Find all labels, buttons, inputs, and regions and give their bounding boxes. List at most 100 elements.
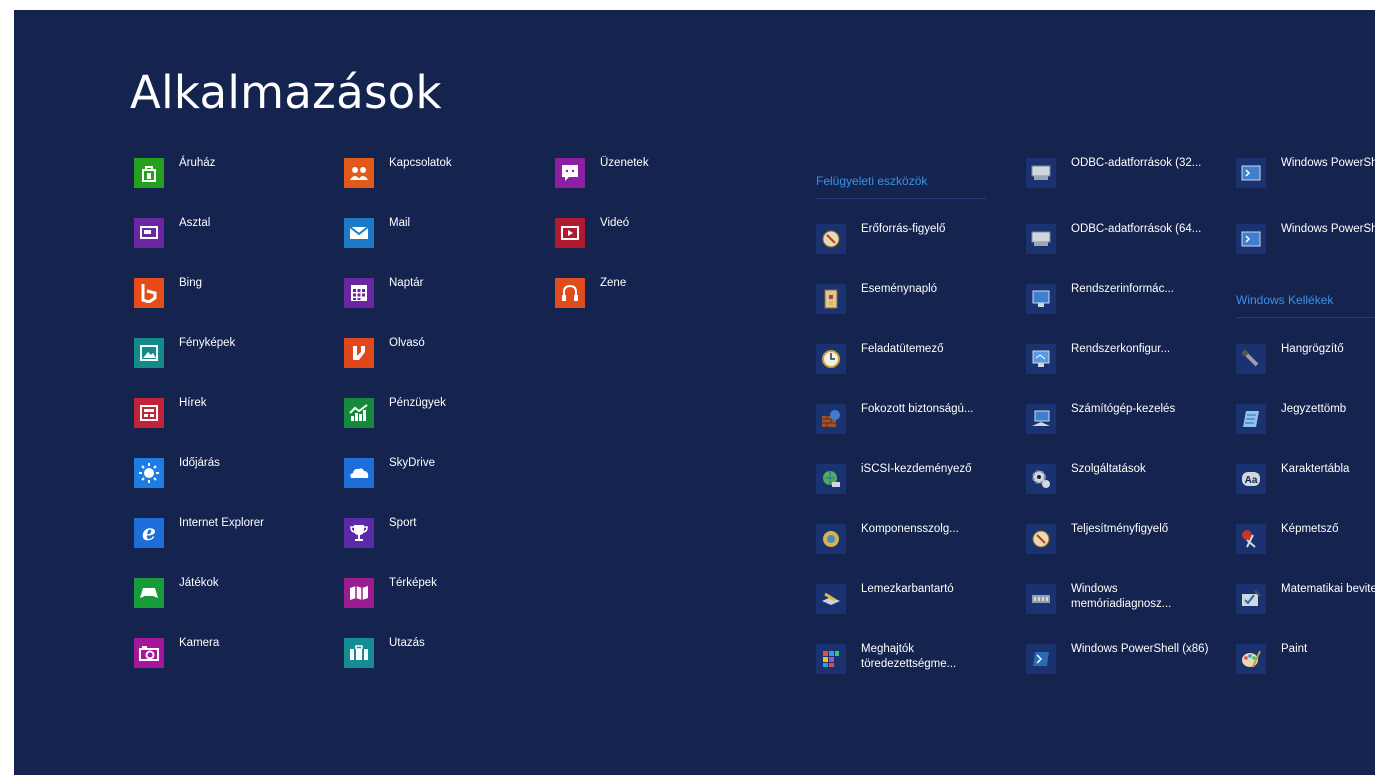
tile-travel[interactable]: Utazás: [344, 635, 604, 675]
paint-icon: [1236, 644, 1266, 674]
tile-label: Térképek: [389, 577, 437, 589]
powershell-icon: [1026, 644, 1056, 674]
trophy-icon: [344, 518, 374, 548]
tile-label: Karaktertábla: [1281, 463, 1350, 475]
tile-powershell-ise-2[interactable]: Windows PowerShell ISE: [1236, 221, 1375, 261]
iscsi-icon: [816, 464, 846, 494]
tile-label: Utazás: [389, 637, 425, 649]
weather-icon: [134, 458, 164, 488]
tile-label: iSCSI-kezdeményező: [861, 463, 972, 475]
tile-music[interactable]: Zene: [555, 275, 815, 315]
tile-label: Számítógép-kezelés: [1071, 403, 1176, 415]
people-icon: [344, 158, 374, 188]
memory-diagnostic-icon: [1026, 584, 1056, 614]
firewall-icon: [816, 404, 846, 434]
tile-label: Bing: [179, 277, 203, 289]
tile-label: Képmetsző: [1281, 523, 1339, 535]
tile-label: Kamera: [179, 637, 220, 649]
msconfig-icon: [1026, 344, 1056, 374]
messaging-icon: [555, 158, 585, 188]
tile-label: Feladatütemező: [861, 343, 944, 355]
games-icon: [134, 578, 164, 608]
tile-maps[interactable]: Térképek: [344, 575, 604, 615]
tile-label: Windows memóriadiagnosz...: [1071, 583, 1172, 610]
camera-icon: [134, 638, 164, 668]
music-icon: [555, 278, 585, 308]
tile-powershell-ise-1[interactable]: Windows PowerShell ISE: [1236, 155, 1375, 195]
tile-math-input-panel[interactable]: Matematikai beviteli panel: [1236, 581, 1375, 621]
tile-label: Lemezkarbantartó: [861, 583, 954, 595]
tile-paint[interactable]: Paint: [1236, 641, 1375, 681]
tile-label: Erőforrás-figyelő: [861, 223, 946, 235]
tile-character-map[interactable]: Aa Karaktertábla: [1236, 461, 1375, 501]
odbc-icon: [1026, 158, 1056, 188]
tile-label: SkyDrive: [389, 457, 436, 469]
tile-label: Jegyzettömb: [1281, 403, 1347, 415]
tile-label: Internet Explorer: [179, 517, 265, 529]
tile-label: Szolgáltatások: [1071, 463, 1146, 475]
tile-snipping-tool[interactable]: Képmetsző: [1236, 521, 1375, 561]
tile-notepad[interactable]: Jegyzettömb: [1236, 401, 1375, 441]
tile-label: Naptár: [389, 277, 424, 289]
tile-label: Hírek: [179, 397, 207, 409]
tile-label: Rendszerkonfigur...: [1071, 343, 1171, 355]
tile-label: Pénzügyek: [389, 397, 446, 409]
component-services-icon: [816, 524, 846, 554]
tile-label: Fokozott biztonságú...: [861, 403, 974, 415]
tile-label: Áruház: [179, 157, 216, 169]
finance-icon: [344, 398, 374, 428]
tile-finance[interactable]: Pénzügyek: [344, 395, 604, 435]
tile-label: Matematikai beviteli panel: [1281, 583, 1375, 595]
desktop-icon: [134, 218, 164, 248]
tile-label: Windows PowerShell (x86): [1071, 643, 1209, 655]
sound-recorder-icon: [1236, 344, 1266, 374]
news-icon: [134, 398, 164, 428]
travel-icon: [344, 638, 374, 668]
reader-icon: [344, 338, 374, 368]
tile-messaging[interactable]: Üzenetek: [555, 155, 815, 195]
tile-reader[interactable]: Olvasó: [344, 335, 604, 375]
skydrive-icon: [344, 458, 374, 488]
calendar-icon: [344, 278, 374, 308]
mail-icon: [344, 218, 374, 248]
performance-monitor-icon: [1026, 524, 1056, 554]
tile-label: Videó: [600, 217, 630, 229]
tile-label: Fényképek: [179, 337, 236, 349]
tile-label: Paint: [1281, 643, 1308, 655]
tile-label: Zene: [600, 277, 627, 289]
tile-label: Üzenetek: [600, 157, 649, 169]
tile-label: Windows PowerShell ISE: [1281, 157, 1375, 169]
tile-label: ODBC-adatforrások (32...: [1071, 157, 1202, 169]
event-viewer-icon: [816, 284, 846, 314]
tile-label: Windows PowerShell ISE: [1281, 223, 1375, 235]
defrag-icon: [816, 644, 846, 674]
tile-label: ODBC-adatforrások (64...: [1071, 223, 1202, 235]
tile-label: Komponensszolg...: [861, 523, 959, 535]
powershell-ise-icon: [1236, 224, 1266, 254]
character-map-icon: Aa: [1236, 464, 1266, 494]
tile-system-info[interactable]: Rendszerinformác...: [1026, 281, 1286, 321]
bing-icon: [134, 278, 164, 308]
odbc-icon: [1026, 224, 1056, 254]
tile-label: Hangrögzítő: [1281, 343, 1344, 355]
tile-label: Rendszerinformác...: [1071, 283, 1174, 295]
task-scheduler-icon: [816, 344, 846, 374]
tile-label: Asztal: [179, 217, 211, 229]
video-icon: [555, 218, 585, 248]
tile-label: Időjárás: [179, 457, 220, 469]
tile-label: Meghajtók töredezettségme...: [861, 643, 957, 670]
computer-management-icon: [1026, 404, 1056, 434]
services-icon: [1026, 464, 1056, 494]
photos-icon: [134, 338, 164, 368]
math-input-icon: [1236, 584, 1266, 614]
tile-label: Teljesítményfigyelő: [1071, 523, 1169, 535]
group-header-admin-tools: Felügyeleti eszközök: [816, 174, 986, 199]
tile-sound-recorder[interactable]: Hangrögzítő: [1236, 341, 1375, 381]
tile-label: Eseménynapló: [861, 283, 938, 295]
ie-icon: e: [134, 518, 164, 548]
tile-skydrive[interactable]: SkyDrive: [344, 455, 604, 495]
tile-sport[interactable]: Sport: [344, 515, 604, 555]
snipping-tool-icon: [1236, 524, 1266, 554]
powershell-ise-icon: [1236, 158, 1266, 188]
tile-video[interactable]: Videó: [555, 215, 815, 255]
